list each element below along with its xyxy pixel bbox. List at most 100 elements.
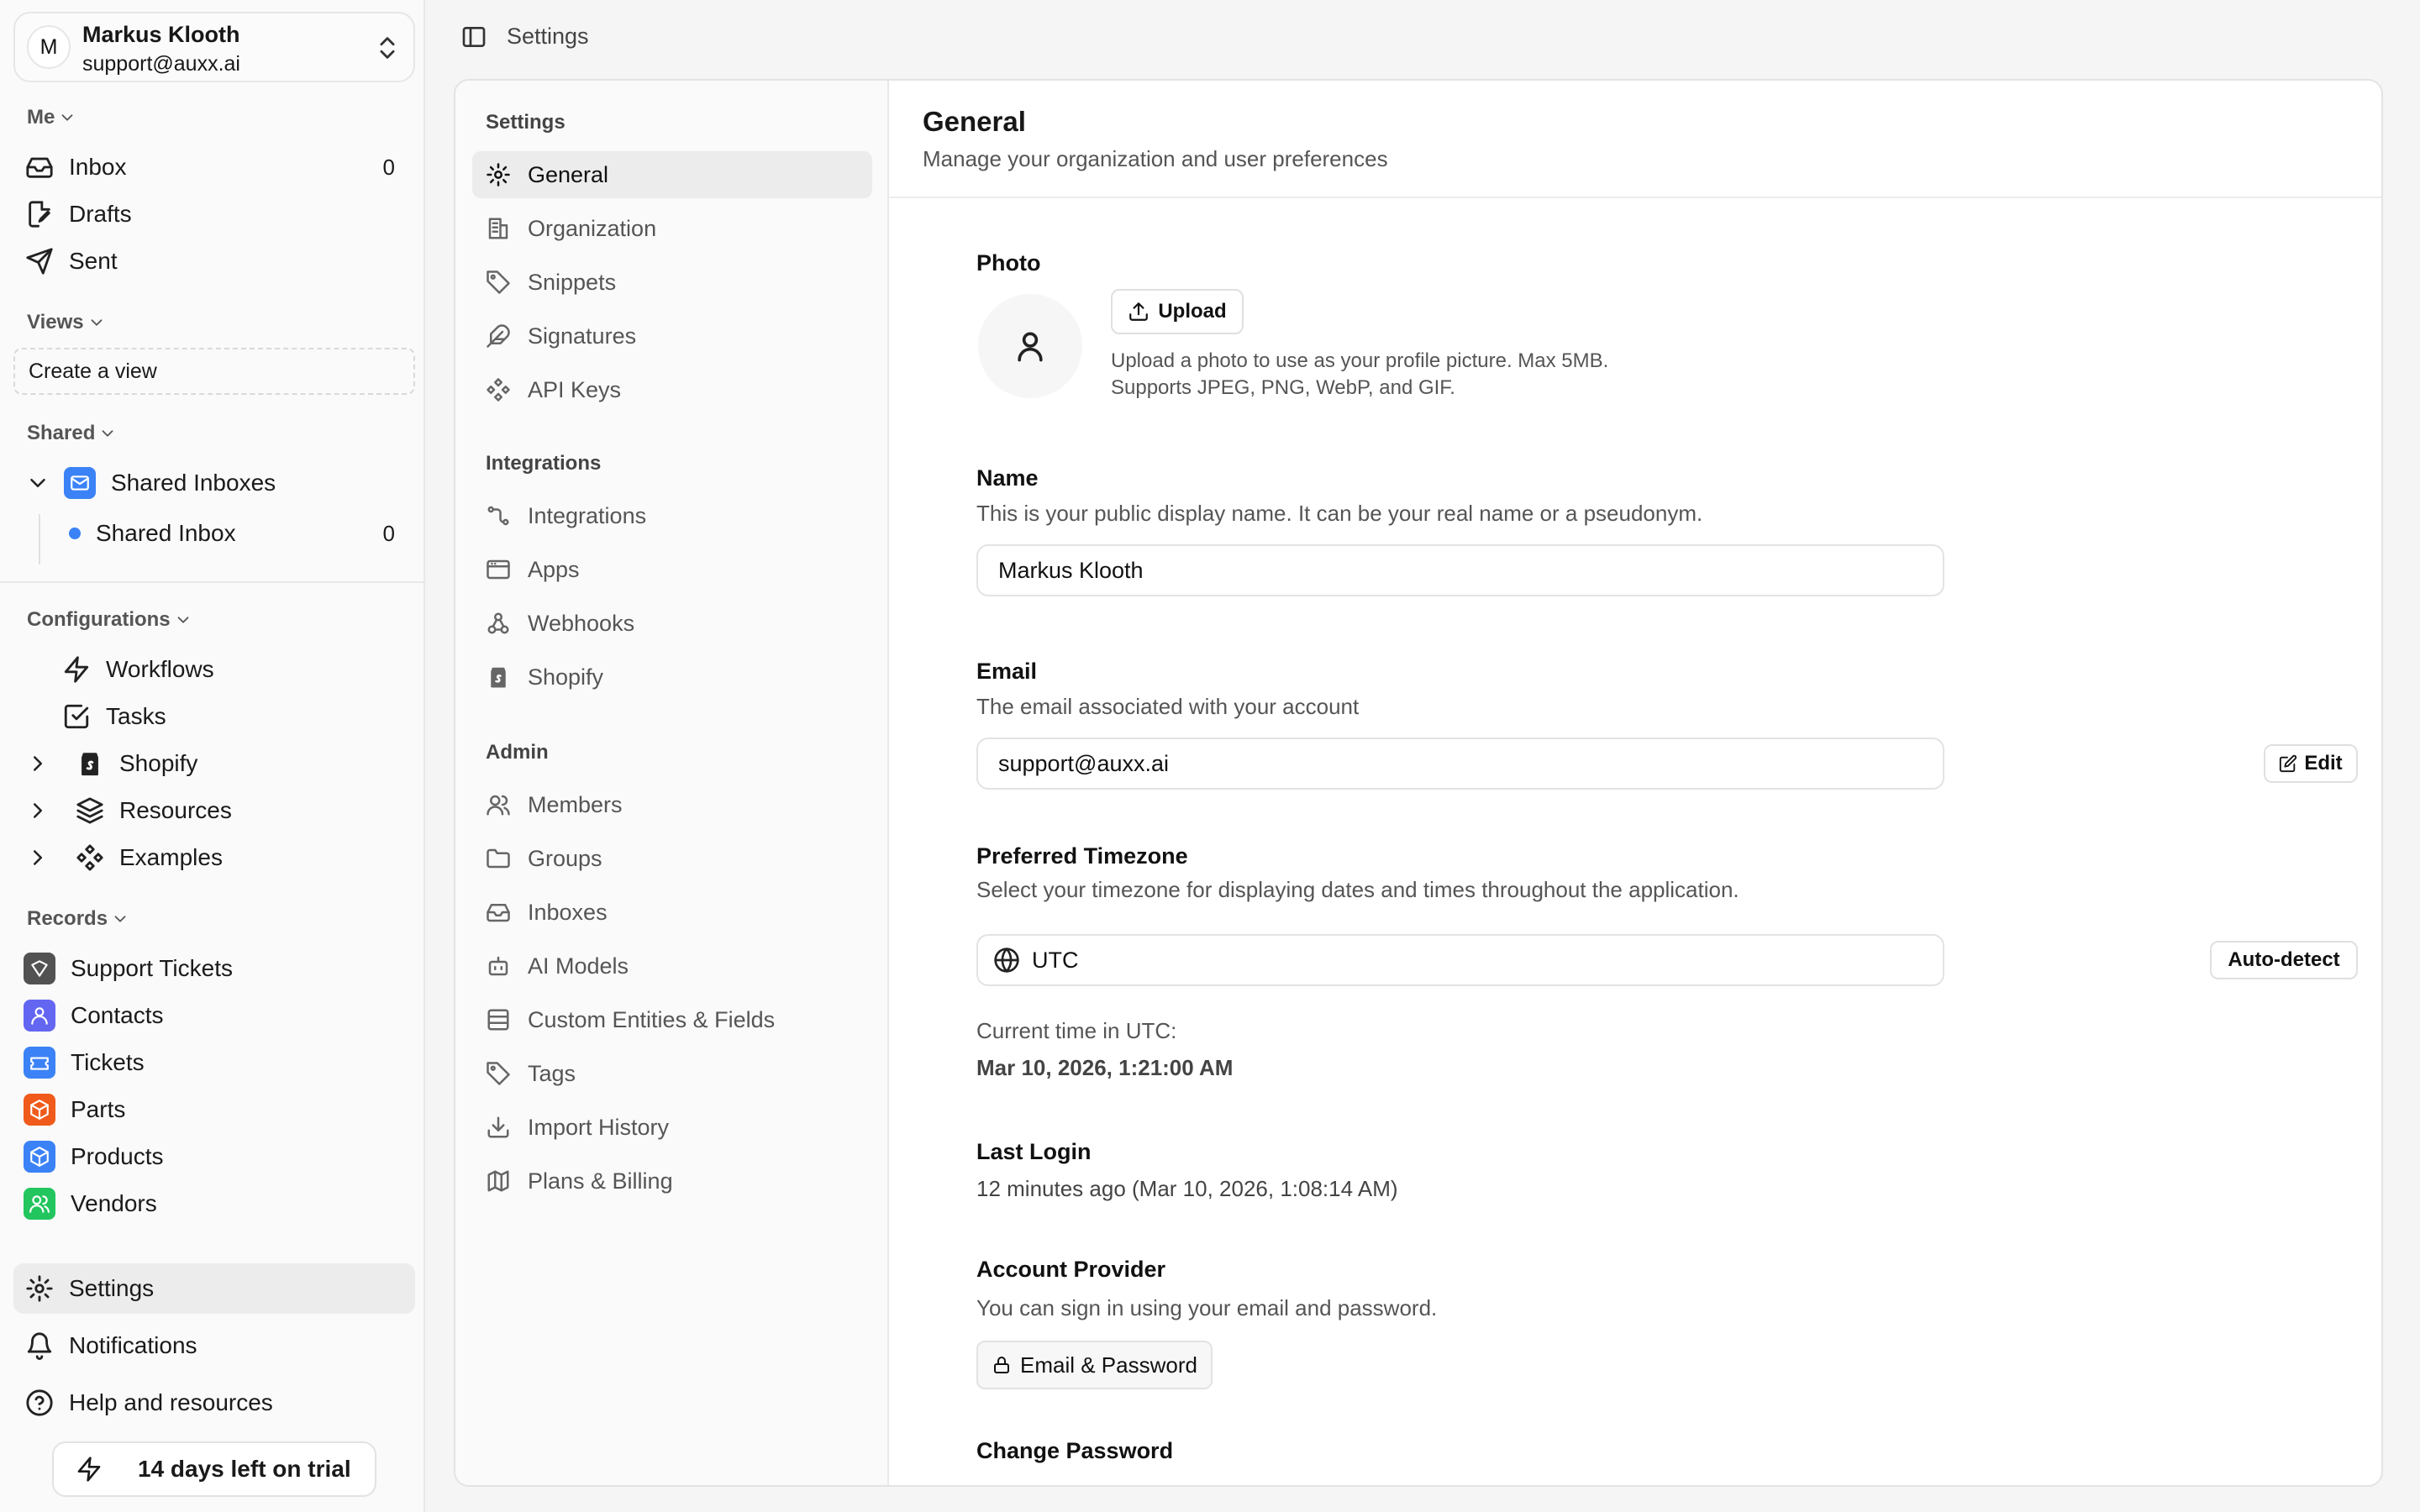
sidebar-item-label: Products (71, 1143, 164, 1169)
ticket-icon (24, 953, 55, 984)
sidebar-item-label: Sent (69, 248, 118, 274)
settings-panel: Settings General Organization Snippets S… (454, 79, 2383, 1487)
shared-inbox-count: 0 (382, 520, 395, 546)
bell-icon (25, 1331, 54, 1360)
sidebar-item-inbox[interactable]: Inbox 0 (13, 144, 415, 190)
upload-label: Upload (1158, 300, 1227, 323)
building-icon (486, 216, 511, 241)
settings-nav-label: Plans & Billing (528, 1168, 673, 1194)
settings-nav-label: Signatures (528, 323, 637, 349)
settings-nav-general[interactable]: General (472, 151, 872, 198)
section-me-toggle[interactable]: Me (27, 106, 76, 129)
chevron-right-icon[interactable] (25, 798, 50, 823)
settings-nav-organization[interactable]: Organization (472, 205, 872, 252)
settings-nav-label: Webhooks (528, 610, 635, 636)
sidebar-item-shared-inbox[interactable]: Shared Inbox 0 (13, 511, 415, 556)
account-switcher[interactable]: M Markus Klooth support@auxx.ai (13, 12, 415, 82)
file-pen-icon (25, 200, 54, 228)
sidebar-item-shared-inboxes[interactable]: Shared Inboxes (13, 460, 415, 506)
settings-nav-members[interactable]: Members (472, 781, 872, 828)
sidebar-item-help[interactable]: Help and resources (13, 1378, 415, 1428)
section-records-toggle[interactable]: Records (27, 907, 129, 931)
chevron-down-icon (174, 611, 192, 629)
sidebar-item-parts[interactable]: Parts (13, 1087, 415, 1132)
sidebar-item-sent[interactable]: Sent (13, 239, 415, 284)
gear-icon (486, 162, 511, 187)
gear-icon (25, 1274, 54, 1303)
chevron-down-icon[interactable] (25, 470, 50, 496)
page-title: General (923, 106, 1026, 137)
settings-nav-groups[interactable]: Groups (472, 835, 872, 882)
create-view-button[interactable]: Create a view (13, 348, 415, 395)
layers-icon (76, 796, 104, 825)
sidebar-item-label: Contacts (71, 1002, 164, 1028)
edit-label: Edit (2304, 752, 2343, 774)
sidebar-item-products[interactable]: Products (13, 1134, 415, 1179)
section-me-label: Me (27, 106, 55, 129)
settings-nav-label: Members (528, 791, 623, 817)
key-icon (486, 377, 511, 402)
settings-nav-signatures[interactable]: Signatures (472, 312, 872, 360)
sidebar-item-drafts[interactable]: Drafts (13, 192, 415, 237)
settings-nav-integrations[interactable]: Integrations (472, 492, 872, 539)
last-login-value: 12 minutes ago (Mar 10, 2026, 1:08:14 AM… (976, 1176, 1398, 1201)
email-label: Email (976, 659, 1038, 684)
sidebar-item-examples[interactable]: Examples (13, 835, 415, 880)
sidebar-toggle-icon[interactable] (459, 24, 489, 50)
settings-nav-heading: Integrations (486, 452, 602, 475)
settings-nav-apps[interactable]: Apps (472, 546, 872, 593)
sidebar-item-notifications[interactable]: Notifications (13, 1320, 415, 1371)
settings-nav-plans-billing[interactable]: Plans & Billing (472, 1158, 872, 1205)
send-icon (25, 247, 54, 276)
breadcrumb: Settings (507, 24, 589, 49)
bot-icon (486, 953, 511, 979)
chevron-right-icon[interactable] (25, 751, 50, 776)
user-name: Markus Klooth (82, 22, 240, 47)
settings-nav-tags[interactable]: Tags (472, 1050, 872, 1097)
email-edit-button[interactable]: Edit (2264, 744, 2358, 783)
last-login-label: Last Login (976, 1139, 1092, 1164)
timezone-select[interactable]: UTC (976, 934, 1944, 986)
settings-nav-ai-models[interactable]: AI Models (472, 942, 872, 990)
settings-nav-import-history[interactable]: Import History (472, 1104, 872, 1151)
timezone-value: UTC (1032, 947, 1079, 973)
settings-nav-api-keys[interactable]: API Keys (472, 366, 872, 413)
sidebar-item-label: Workflows (106, 656, 214, 682)
sidebar-item-tickets[interactable]: Tickets (13, 1040, 415, 1085)
provider-label: Email & Password (1020, 1352, 1197, 1378)
name-field[interactable]: Markus Klooth (976, 544, 1944, 596)
sidebar-item-workflows[interactable]: Workflows (13, 647, 415, 692)
sidebar-item-label: Resources (119, 797, 232, 823)
sidebar-item-settings[interactable]: Settings (13, 1263, 415, 1314)
sidebar-item-support-tickets[interactable]: Support Tickets (13, 946, 415, 991)
sidebar-item-tasks[interactable]: Tasks (13, 694, 415, 739)
users-icon (486, 792, 511, 817)
settings-nav-label: Organization (528, 215, 657, 241)
settings-nav-custom-entities[interactable]: Custom Entities & Fields (472, 996, 872, 1043)
chevron-down-icon (58, 108, 76, 127)
sidebar-item-label: Shared Inboxes (111, 470, 276, 496)
section-views-toggle[interactable]: Views (27, 311, 106, 334)
chevron-right-icon[interactable] (25, 845, 50, 870)
settings-nav-webhooks[interactable]: Webhooks (472, 600, 872, 647)
sidebar-item-vendors[interactable]: Vendors (13, 1181, 415, 1226)
settings-nav-shopify[interactable]: Shopify (472, 654, 872, 701)
auto-detect-button[interactable]: Auto-detect (2210, 941, 2358, 979)
upload-button[interactable]: Upload (1111, 289, 1244, 334)
settings-nav-label: Groups (528, 845, 602, 871)
sidebar-item-contacts[interactable]: Contacts (13, 993, 415, 1038)
settings-nav-inboxes[interactable]: Inboxes (472, 889, 872, 936)
section-configurations-toggle[interactable]: Configurations (27, 608, 192, 632)
box-icon (24, 1141, 55, 1173)
trial-banner[interactable]: 14 days left on trial (52, 1441, 376, 1497)
sidebar-item-shopify[interactable]: Shopify (13, 741, 415, 786)
settings-nav-snippets[interactable]: Snippets (472, 259, 872, 306)
timezone-description: Select your timezone for displaying date… (976, 877, 1739, 902)
provider-badge: Email & Password (976, 1341, 1213, 1389)
current-time-label: Current time in UTC: (976, 1018, 1177, 1043)
settings-nav-label: API Keys (528, 376, 622, 402)
section-shared-toggle[interactable]: Shared (27, 422, 117, 445)
settings-nav-label: Apps (528, 556, 580, 582)
email-description: The email associated with your account (976, 694, 1360, 719)
sidebar-item-resources[interactable]: Resources (13, 788, 415, 833)
